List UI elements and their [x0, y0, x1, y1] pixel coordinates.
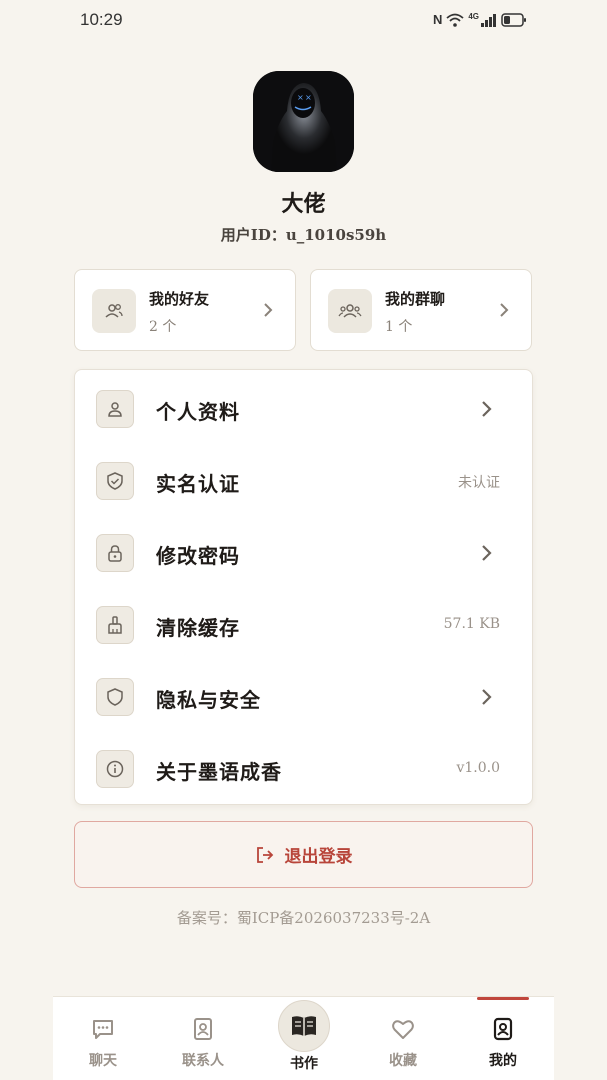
menu-item-profile[interactable]: 个人资料 — [75, 372, 532, 444]
profile-icon — [493, 1017, 513, 1041]
svg-text:×: × — [305, 93, 312, 102]
info-icon — [96, 750, 134, 788]
menu-item-label: 隐私与安全 — [156, 688, 261, 712]
tab-writing-label: 书作 — [290, 1056, 318, 1072]
friends-card[interactable]: 我的好友 2 个 — [74, 269, 296, 351]
shield-check-icon — [96, 462, 134, 500]
menu-item-label: 清除缓存 — [156, 616, 240, 640]
friends-count: 2 个 — [149, 319, 177, 335]
app-version: v1.0.0 — [456, 760, 500, 776]
friends-icon — [92, 289, 136, 333]
group-chats-count: 1 个 — [385, 319, 413, 335]
tab-mine[interactable]: 我的 — [453, 997, 553, 1080]
tab-favorites[interactable]: 收藏 — [353, 997, 453, 1080]
signal-icon — [481, 13, 496, 27]
logout-icon — [256, 846, 273, 863]
group-chat-icon — [328, 289, 372, 333]
group-chats-card[interactable]: 我的群聊 1 个 — [310, 269, 532, 351]
status-bar: 10:29 N 4G — [0, 0, 607, 40]
nfc-icon: N — [432, 12, 443, 27]
menu-item-label: 个人资料 — [156, 400, 240, 424]
wifi-icon — [446, 13, 464, 27]
book-icon — [292, 1016, 316, 1036]
broom-icon — [96, 606, 134, 644]
logout-button[interactable]: 退出登录 — [74, 821, 533, 888]
person-icon — [96, 390, 134, 428]
shield-icon — [96, 678, 134, 716]
chevron-right-icon — [482, 689, 492, 705]
menu-item-label: 修改密码 — [156, 544, 240, 568]
svg-text:×: × — [297, 93, 304, 102]
status-icons: N 4G — [433, 12, 527, 27]
avatar-image: × × — [253, 71, 354, 172]
tab-label: 聊天 — [89, 1053, 117, 1069]
menu-item-clear-cache[interactable]: 清除缓存 57.1 KB — [75, 588, 532, 660]
friends-title: 我的好友 — [149, 290, 210, 308]
battery-icon — [501, 12, 526, 27]
user-id: 用户ID：u_1010s59h — [220, 226, 387, 244]
menu-item-change-password[interactable]: 修改密码 — [75, 516, 532, 588]
status-time: 10:29 — [80, 10, 123, 29]
avatar[interactable]: × × — [253, 71, 354, 172]
icp-record[interactable]: 备案号：蜀ICP备2026037233号-2A — [0, 907, 607, 928]
menu-item-label: 关于墨语成香 — [156, 760, 282, 784]
menu-item-real-name-verify[interactable]: 实名认证 未认证 — [75, 444, 532, 516]
cache-size: 57.1 KB — [443, 616, 500, 632]
logout-label: 退出登录 — [284, 847, 353, 867]
tab-label: 联系人 — [182, 1053, 224, 1069]
chevron-right-icon — [482, 545, 492, 561]
tab-contacts[interactable]: 联系人 — [153, 997, 253, 1080]
chevron-right-icon — [264, 303, 273, 317]
tab-label: 收藏 — [389, 1053, 417, 1069]
tab-label: 我的 — [489, 1053, 517, 1069]
contacts-icon — [194, 1018, 212, 1040]
settings-menu: 个人资料 实名认证 未认证 修改密码 清除缓存 57.1 KB 隐私与安全 关于… — [74, 369, 533, 805]
menu-item-privacy-security[interactable]: 隐私与安全 — [75, 660, 532, 732]
tab-chat[interactable]: 聊天 — [53, 997, 153, 1080]
lock-icon — [96, 534, 134, 572]
menu-item-about[interactable]: 关于墨语成香 v1.0.0 — [75, 732, 532, 804]
active-tab-indicator — [477, 997, 529, 1000]
menu-item-label: 实名认证 — [156, 472, 240, 496]
chevron-right-icon — [500, 303, 509, 317]
chat-icon — [93, 1020, 113, 1039]
chevron-right-icon — [482, 401, 492, 417]
tab-writing[interactable] — [278, 1000, 330, 1052]
username: 大佬 — [281, 192, 326, 217]
group-chats-title: 我的群聊 — [385, 290, 446, 308]
heart-icon — [392, 1020, 414, 1039]
verify-status: 未认证 — [458, 475, 500, 491]
network-type: 4G — [468, 12, 479, 21]
